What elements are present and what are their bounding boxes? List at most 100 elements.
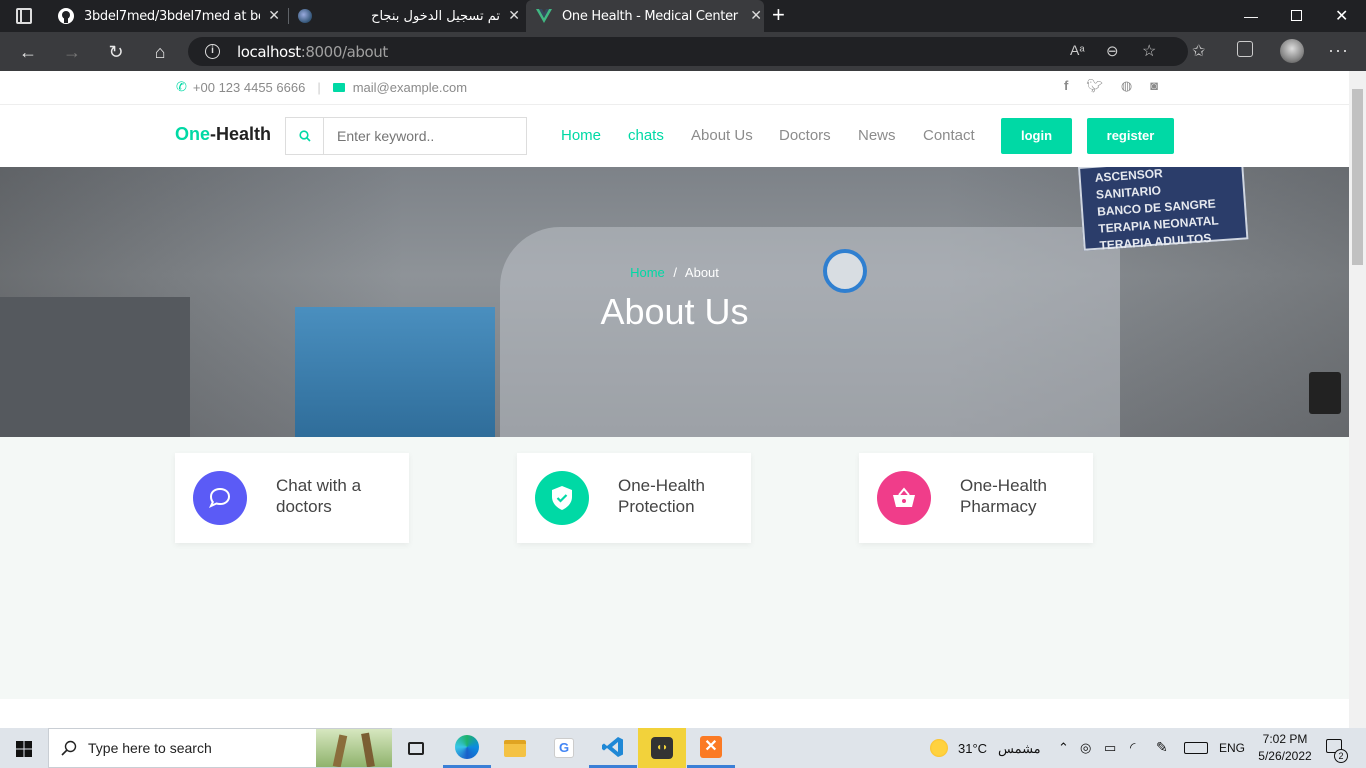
tab-one-health[interactable]: One Health - Medical Center HTML ✕ <box>526 0 764 32</box>
page-hero-banner: ASCENSOR SANITARIO BANCO DE SANGRE TERAP… <box>0 167 1349 437</box>
nav-about-us[interactable]: About Us <box>691 127 753 144</box>
notification-count-badge: 2 <box>1334 749 1348 763</box>
show-hidden-icons[interactable]: ⌃ <box>1058 740 1069 756</box>
feature-title: One-Health Protection <box>618 476 705 516</box>
feature-card-chat[interactable]: Chat with a doctors <box>175 453 409 543</box>
weather-temperature[interactable]: 31°C <box>958 741 987 756</box>
page-scrollbar[interactable] <box>1349 71 1366 728</box>
search-button[interactable] <box>285 117 323 155</box>
register-button[interactable]: register <box>1087 118 1174 154</box>
separator: | <box>317 79 321 95</box>
twitter-icon[interactable]: 🐦︎ <box>1086 78 1103 94</box>
tab-actions-icon[interactable] <box>16 8 32 24</box>
url-path: :8000/about <box>300 43 389 61</box>
favorites-icon[interactable]: ✩ <box>1192 41 1205 61</box>
tree-trunk <box>361 732 375 767</box>
new-tab-button[interactable]: + <box>772 4 785 26</box>
pen-icon[interactable]: ✎ <box>1156 739 1168 756</box>
weather-condition[interactable]: مشمس <box>998 741 1041 757</box>
url-text: localhost:8000/about <box>237 43 388 61</box>
phone-icon: ✆ <box>176 79 187 94</box>
close-icon[interactable]: ✕ <box>266 8 282 24</box>
feature-title: Chat with a doctors <box>276 476 362 516</box>
email-address[interactable]: mail@example.com <box>353 80 467 95</box>
site-info-icon[interactable]: i <box>205 44 220 59</box>
tab-login-success[interactable]: تم تسجيل الدخول بنجاح ✕ <box>290 0 522 32</box>
close-icon[interactable]: ✕ <box>748 8 764 24</box>
home-button[interactable]: ⌂ <box>145 40 175 64</box>
hero-card-reader <box>1309 372 1341 414</box>
url-host: localhost <box>237 43 301 61</box>
input-language[interactable]: ENG <box>1219 741 1245 755</box>
web-page: ✆ +00 123 4455 6666 | mail@example.com f… <box>0 71 1349 728</box>
tab-title: 3bdel7med/3bdel7med at begin <box>84 8 260 24</box>
breadcrumb-current: About <box>684 265 719 280</box>
edge-taskbar-icon[interactable] <box>443 728 491 768</box>
dribbble-icon[interactable]: ◍ <box>1121 78 1132 94</box>
taskbar-clock[interactable]: 7:02 PM 5/26/2022 <box>1255 731 1315 765</box>
logo-part-health: -Health <box>210 124 272 144</box>
login-button[interactable]: login <box>1001 118 1072 154</box>
logo-part-one: One <box>175 124 211 144</box>
search-input[interactable] <box>323 117 527 155</box>
mail-icon <box>332 82 345 92</box>
nav-chats[interactable]: chats <box>628 127 664 144</box>
read-aloud-icon[interactable]: Aᵃ <box>1070 42 1085 58</box>
meet-now-icon[interactable]: ◎ <box>1080 740 1091 756</box>
restore-button[interactable] <box>1291 10 1302 21</box>
tab-github[interactable]: 3bdel7med/3bdel7med at begin ✕ <box>50 0 282 32</box>
close-icon[interactable]: ✕ <box>506 8 522 24</box>
top-contact-bar: ✆ +00 123 4455 6666 | mail@example.com <box>176 79 467 95</box>
breadcrumb: Home / About <box>0 265 1349 280</box>
tab-actions-icon-bar <box>20 8 22 24</box>
refresh-button[interactable]: ↻ <box>101 40 131 64</box>
window-close-button[interactable]: ✕ <box>1335 6 1348 26</box>
phone-number[interactable]: +00 123 4455 6666 <box>193 80 305 95</box>
shield-check-icon <box>535 471 589 525</box>
search-icon <box>298 130 311 142</box>
nav-news[interactable]: News <box>858 127 896 144</box>
instagram-icon[interactable]: ◙ <box>1150 78 1158 94</box>
file-explorer-icon[interactable] <box>491 728 539 768</box>
more-menu-icon[interactable]: ··· <box>1328 40 1349 61</box>
divider <box>0 104 1349 105</box>
clock-date: 5/26/2022 <box>1258 749 1312 763</box>
tree-trunk <box>332 734 348 767</box>
scrollbar-thumb[interactable] <box>1352 89 1363 265</box>
nav-home[interactable]: Home <box>561 127 601 144</box>
chat-icon <box>193 471 247 525</box>
feature-card-protection[interactable]: One-Health Protection <box>517 453 751 543</box>
forward-button[interactable]: → <box>57 40 87 64</box>
zoom-out-icon[interactable]: ⊖ <box>1106 42 1119 60</box>
battery-icon[interactable]: ▭ <box>1104 740 1116 756</box>
vscode-icon[interactable] <box>589 728 637 768</box>
task-view-icon[interactable] <box>392 728 440 768</box>
tab-title: تم تسجيل الدخول بنجاح <box>371 8 500 24</box>
weather-sun-icon[interactable] <box>930 739 948 757</box>
facebook-icon[interactable]: f <box>1064 78 1068 94</box>
wifi-icon[interactable]: ◜ <box>1130 739 1135 756</box>
tab-title: One Health - Medical Center HTML <box>562 8 742 24</box>
windows-start-icon[interactable] <box>16 741 32 757</box>
chrome-icon[interactable]: G <box>540 728 588 768</box>
feature-card-pharmacy[interactable]: One-Health Pharmacy <box>859 453 1093 543</box>
vue-icon <box>536 9 552 23</box>
nav-contact[interactable]: Contact <box>923 127 975 144</box>
add-favorite-icon[interactable]: ☆ <box>1142 41 1156 61</box>
keyboard-icon[interactable] <box>1184 742 1208 754</box>
xampp-icon[interactable]: ✕ <box>687 728 735 768</box>
collections-icon[interactable] <box>1237 41 1253 57</box>
audio-app-icon[interactable]: ◖◗ <box>638 728 686 768</box>
tab-divider <box>288 8 289 24</box>
site-logo[interactable]: One-Health <box>175 124 271 145</box>
minimize-button[interactable]: — <box>1244 8 1258 24</box>
clock-time: 7:02 PM <box>1262 732 1308 746</box>
back-button[interactable]: ← <box>13 40 43 64</box>
profile-avatar[interactable] <box>1280 39 1304 63</box>
search-highlight-image <box>316 729 392 767</box>
taskbar-search-placeholder: Type here to search <box>88 740 212 756</box>
breadcrumb-home[interactable]: Home <box>630 265 665 280</box>
nav-doctors[interactable]: Doctors <box>779 127 831 144</box>
basket-icon <box>877 471 931 525</box>
social-links: f 🐦︎ ◍ ◙ <box>1064 78 1158 94</box>
